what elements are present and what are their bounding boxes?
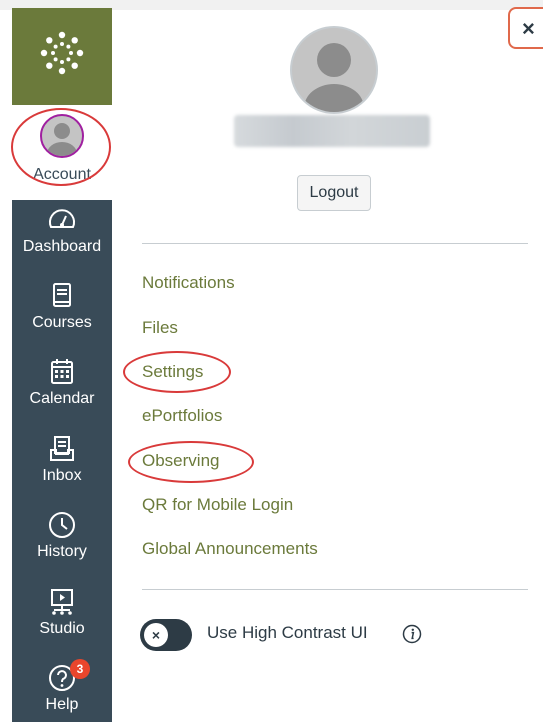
nav-item-history[interactable]: History: [12, 505, 112, 581]
close-tray-button[interactable]: ×: [508, 7, 543, 49]
high-contrast-label: Use High Contrast UI: [207, 623, 368, 642]
link-qr-mobile-login[interactable]: QR for Mobile Login: [142, 495, 293, 515]
link-settings[interactable]: Settings: [142, 362, 203, 382]
nav-item-label: Dashboard: [22, 238, 102, 255]
nav-item-label: Courses: [32, 314, 92, 331]
nav-item-label: Studio: [39, 620, 85, 637]
notification-badge: 3: [70, 659, 90, 679]
nav-item-label: Help: [45, 696, 79, 713]
high-contrast-toggle[interactable]: ×: [140, 619, 192, 651]
logout-button[interactable]: Logout: [297, 175, 371, 211]
close-icon: ×: [522, 16, 535, 41]
nav-item-inbox[interactable]: Inbox: [12, 429, 112, 505]
clock-icon: [49, 512, 75, 538]
nav-item-label: Calendar: [29, 390, 95, 407]
nav-item-calendar[interactable]: Calendar: [12, 352, 112, 428]
link-notifications[interactable]: Notifications: [142, 273, 235, 293]
link-files[interactable]: Files: [142, 318, 178, 338]
link-observing[interactable]: Observing: [142, 451, 219, 471]
inbox-icon: [50, 436, 74, 461]
nav-item-help[interactable]: 3 Help: [12, 658, 112, 722]
profile-name-blurred: [234, 115, 430, 147]
divider: [142, 589, 528, 590]
profile-avatar: [290, 26, 378, 114]
nav-item-label: History: [37, 543, 87, 560]
nav-item-account[interactable]: Account: [12, 105, 112, 200]
studio-play-icon: [51, 589, 73, 615]
nav-item-dashboard[interactable]: Dashboard: [12, 200, 112, 276]
dashboard-gauge-icon: [49, 209, 75, 228]
nav-item-studio[interactable]: Studio: [12, 582, 112, 658]
calendar-icon: [51, 359, 73, 384]
canvas-logo-icon: [40, 31, 84, 75]
info-icon[interactable]: [402, 624, 422, 644]
global-navigation: Account Dashboard Courses Calendar Inbox…: [12, 8, 112, 722]
canvas-logo[interactable]: [12, 8, 112, 105]
book-icon: [53, 283, 71, 307]
nav-item-label: Inbox: [42, 467, 82, 484]
link-global-announcements[interactable]: Global Announcements: [142, 539, 318, 559]
divider: [142, 243, 528, 244]
link-eportfolios[interactable]: ePortfolios: [142, 406, 222, 426]
nav-item-courses[interactable]: Courses: [12, 276, 112, 352]
toggle-off-icon: ×: [144, 623, 168, 647]
nav-item-label: Account: [33, 166, 91, 183]
user-avatar-icon: [40, 114, 84, 158]
